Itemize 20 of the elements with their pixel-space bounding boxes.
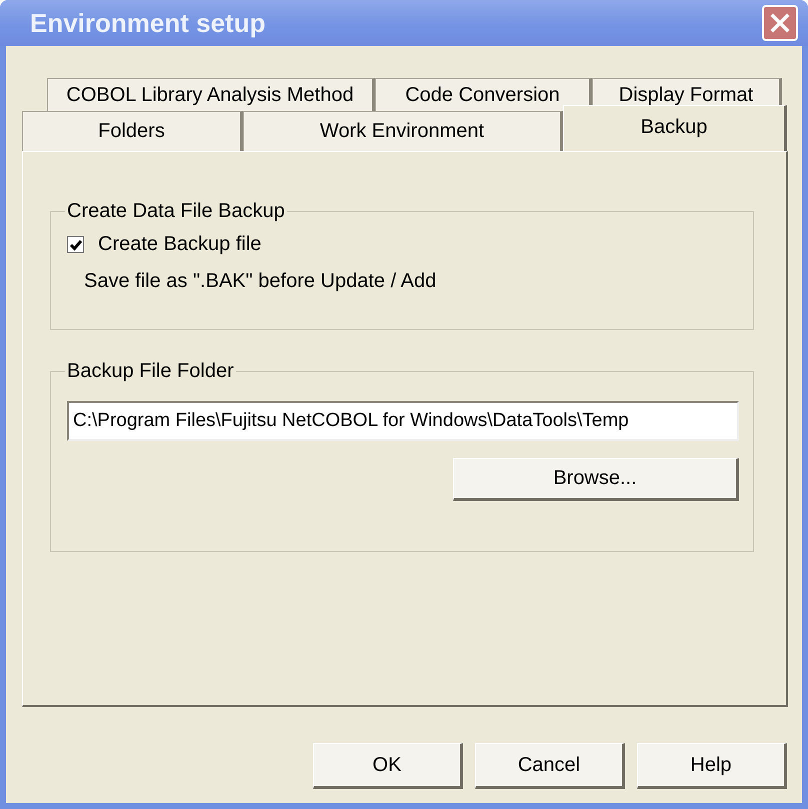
dialog-button[interactable]: Cancel — [475, 743, 625, 789]
close-button[interactable] — [762, 5, 798, 41]
tab[interactable]: Code Conversion — [375, 78, 592, 111]
dialog-button[interactable]: Help — [637, 743, 787, 789]
close-icon — [769, 12, 791, 34]
checkbox-label: Create Backup file — [98, 233, 262, 256]
tab[interactable]: COBOL Library Analysis Method — [47, 78, 375, 111]
browse-button[interactable]: Browse... — [453, 458, 739, 501]
note-text: Save file as ".BAK" before Update / Add — [83, 270, 438, 293]
checkbox[interactable]: Create Backup file — [67, 233, 739, 256]
checkbox-box[interactable] — [67, 236, 84, 253]
tab[interactable]: Backup — [563, 105, 787, 151]
tab[interactable]: Folders — [22, 111, 243, 151]
window-title: Environment setup — [30, 8, 266, 38]
folder-path-field[interactable]: C:\Program Files\Fujitsu NetCOBOL for Windows\DataTools\Temp — [67, 401, 739, 441]
tab[interactable]: Work Environment — [243, 111, 563, 151]
dialog-button[interactable]: OK — [313, 743, 463, 789]
group-title: Create Data File Backup — [66, 200, 286, 223]
check-icon — [68, 238, 82, 252]
group-title: Backup File Folder — [66, 360, 235, 383]
